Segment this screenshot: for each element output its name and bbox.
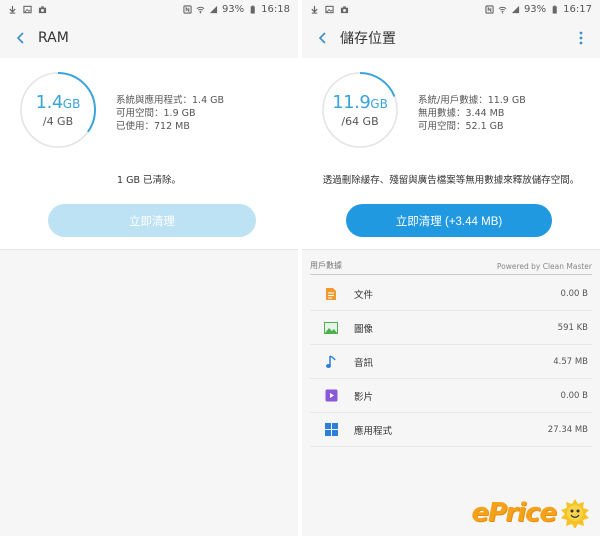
more-options-button[interactable] [574,28,588,48]
list-item-apps[interactable]: 應用程式 27.34 MB [310,413,592,447]
signal-icon [511,5,520,14]
storage-screen: 93% 16:17 儲存位置 11.9GB /64 GB 系統/用戶數據：11.… [302,0,600,536]
stat-line: 無用數據：3.44 MB [418,108,505,119]
item-size: 27.34 MB [547,424,588,435]
status-message: 透過刪除緩存、殘留與廣告檔案等無用數據來釋放儲存空間。 [322,175,580,186]
total-capacity: /4 GB [42,115,74,128]
gallery-icon [325,5,334,14]
page-title: RAM [38,30,69,46]
battery-icon [550,5,559,14]
chevron-left-icon [16,32,24,44]
eprice-watermark: ePrice [471,498,592,528]
status-message: 1 GB 已清除。 [117,175,181,186]
powered-by-label: Powered by Clean Master [496,262,592,271]
usage-ring: 1.4GB /4 GB [18,70,98,150]
item-label: 文件 [354,289,374,301]
section-header: 用戶數據 Powered by Clean Master [310,259,592,275]
smiley-logo-icon [561,499,589,528]
list-item-audio[interactable]: 音訊 4.57 MB [310,345,592,379]
item-size: 591 KB [557,322,588,333]
usage-ring: 11.9GB /64 GB [320,70,400,150]
section-title: 用戶數據 [310,261,342,270]
battery-percent: 93% [221,3,245,15]
stat-line: 可用空間：52.1 GB [418,121,504,132]
ram-screen: 93% 16:18 RAM 1.4GB /4 GB 系統與應用程式：1.4 GB… [0,0,298,536]
battery-icon [248,5,257,14]
item-size: 0.00 B [560,390,588,401]
more-vertical-icon [579,31,583,45]
item-size: 4.57 MB [553,356,588,367]
status-bar: 93% 16:17 [302,0,600,18]
used-unit: GB [62,97,81,111]
back-button[interactable] [314,29,332,47]
page-title: 儲存位置 [340,31,396,47]
image-icon [324,321,338,335]
storage-summary-card: 11.9GB /64 GB 系統/用戶數據：11.9 GB 無用數據：3.44 … [302,58,600,250]
list-item-documents[interactable]: 文件 0.00 B [310,277,592,311]
camera-icon [38,5,47,14]
item-label: 影片 [354,391,374,403]
item-label: 音訊 [354,357,374,369]
watermark-text: ePrice [471,498,557,528]
back-button[interactable] [12,29,30,47]
gallery-icon [23,5,32,14]
used-unit: GB [370,97,388,111]
list-item-videos[interactable]: 影片 0.00 B [310,379,592,413]
list-item-images[interactable]: 圖像 591 KB [310,311,592,345]
ram-summary-card: 1.4GB /4 GB 系統與應用程式：1.4 GB 可用空間：1.9 GB 已… [0,58,298,250]
stat-line: 可用空間：1.9 GB [116,108,196,119]
download-icon [310,5,319,14]
signal-icon [209,5,218,14]
used-value: 1.4 [35,92,64,113]
clock: 16:18 [261,3,290,15]
clean-now-button[interactable]: 立即清理 (+3.44 MB) [346,204,552,237]
wifi-icon [196,5,205,14]
stat-line: 系統/用戶數據：11.9 GB [418,95,526,106]
memory-stats: 系統與應用程式：1.4 GB 可用空間：1.9 GB 已使用：712 MB [116,94,224,133]
stat-line: 系統與應用程式：1.4 GB [116,95,225,106]
music-note-icon [324,354,338,369]
battery-percent: 93% [523,3,547,15]
document-icon [324,287,338,301]
download-icon [8,5,17,14]
app-bar: 儲存位置 [302,18,600,58]
storage-stats: 系統/用戶數據：11.9 GB 無用數據：3.44 MB 可用空間：52.1 G… [418,94,526,133]
stat-line: 已使用：712 MB [116,121,190,132]
total-capacity: /64 GB [341,115,379,128]
apps-grid-icon [324,423,338,437]
nfc-icon [485,4,494,14]
chevron-left-icon [318,32,326,44]
nfc-icon [183,4,192,14]
item-label: 圖像 [354,323,374,335]
video-icon [324,389,338,403]
wifi-icon [498,5,507,14]
item-size: 0.00 B [560,288,588,299]
user-data-list: 文件 0.00 B 圖像 591 KB 音訊 4.57 MB 影片 0.00 B [310,277,592,447]
app-bar: RAM [0,18,298,58]
camera-icon [340,5,349,14]
clean-now-button[interactable]: 立即清理 [48,204,256,237]
clock: 16:17 [563,3,592,15]
item-label: 應用程式 [354,425,393,437]
status-bar: 93% 16:18 [0,0,298,18]
used-value: 11.9 [332,92,371,113]
